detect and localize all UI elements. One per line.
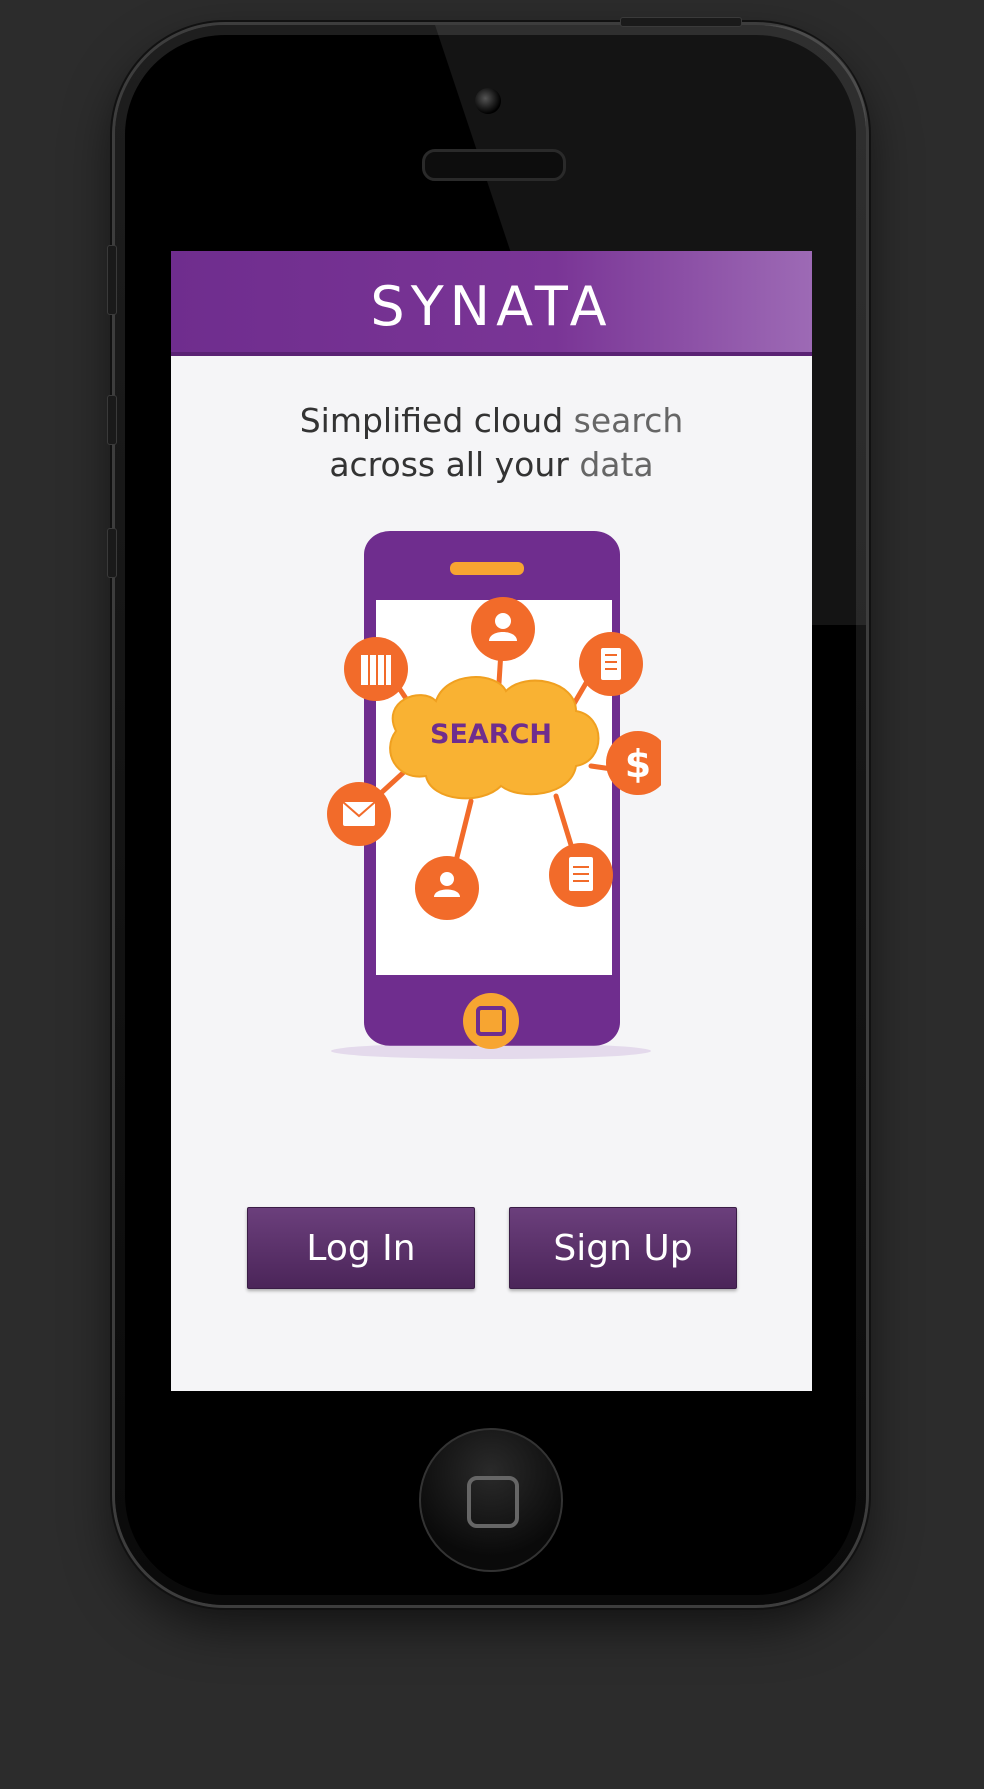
app-screen: SYNATA Simplified cloud search across al…	[171, 251, 812, 1391]
mail-icon	[327, 782, 391, 846]
hero-tagline: Simplified cloud search across all your …	[171, 399, 812, 487]
home-square-icon	[467, 1476, 519, 1528]
home-button[interactable]	[419, 1428, 563, 1572]
user-icon	[471, 597, 535, 661]
volume-down-button	[107, 528, 117, 578]
user-transfer-icon	[415, 856, 479, 920]
tagline-highlight: data	[579, 445, 654, 484]
mute-switch	[107, 245, 117, 315]
building-icon	[344, 637, 408, 701]
tagline-text: across all your	[329, 445, 580, 484]
synata-logo: SYNATA	[370, 275, 613, 338]
tagline-line-1: Simplified cloud search	[171, 399, 812, 443]
front-camera	[475, 88, 501, 114]
phone-search-illustration: $ SEARCH	[321, 531, 670, 1071]
file-icon	[549, 843, 613, 907]
dollar-icon	[606, 731, 670, 795]
volume-up-button	[107, 395, 117, 445]
search-label: SEARCH	[430, 719, 552, 750]
login-button[interactable]: Log In	[247, 1207, 475, 1289]
power-button	[620, 17, 742, 27]
tagline-text: Simplified cloud	[299, 401, 574, 440]
tagline-line-2: across all your data	[171, 443, 812, 487]
signup-button[interactable]: Sign Up	[509, 1207, 737, 1289]
earpiece-speaker	[422, 149, 566, 181]
document-list-icon	[579, 632, 643, 696]
app-header: SYNATA	[171, 251, 812, 356]
tagline-highlight: search	[573, 401, 684, 440]
